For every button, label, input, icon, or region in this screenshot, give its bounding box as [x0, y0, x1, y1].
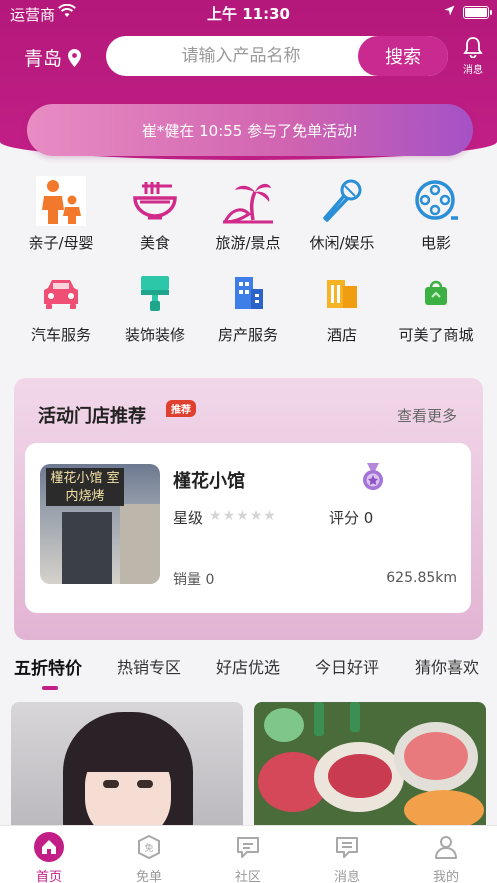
status-bar: 运营商 上午 11:30 — [0, 0, 497, 26]
bell-icon — [463, 37, 483, 59]
battery-icon — [463, 6, 492, 19]
category-food[interactable]: 美食 — [107, 176, 203, 253]
messages-label: 消息 — [463, 65, 483, 76]
search-button[interactable]: 搜索 — [358, 36, 448, 76]
message-icon — [332, 832, 362, 862]
product-feed — [0, 700, 497, 827]
location-arrow-icon — [444, 5, 455, 19]
store-distance: 625.85km — [386, 570, 457, 586]
vip-medal-icon — [361, 463, 385, 493]
tabbar-free-order[interactable]: 免 免单 — [114, 832, 184, 883]
product-tabs: 五折特价 热销专区 好店优选 今日好评 猜你喜欢 — [0, 650, 497, 692]
tabbar-profile[interactable]: 我的 — [411, 832, 481, 883]
community-icon — [233, 832, 263, 862]
category-real-estate[interactable]: 房产服务 — [200, 268, 296, 345]
star-icon: ★ — [222, 508, 237, 524]
tabbar-label: 首页 — [35, 870, 62, 883]
film-reel-icon — [411, 176, 461, 226]
category-label: 房产服务 — [217, 326, 278, 344]
category-leisure[interactable]: 休闲/娱乐 — [294, 176, 390, 253]
tabbar-messages[interactable]: 消息 — [312, 832, 382, 883]
profile-icon — [431, 832, 461, 862]
building-icon — [223, 268, 273, 318]
category-label: 汽车服务 — [30, 326, 91, 344]
palm-tree-icon — [223, 176, 273, 226]
home-icon — [34, 832, 64, 862]
tabbar-label: 消息 — [333, 870, 360, 883]
section-title: 活动门店推荐 — [38, 406, 146, 427]
tabbar-community[interactable]: 社区 — [213, 832, 283, 883]
tab-hot-sale[interactable]: 热销专区 — [117, 654, 181, 678]
free-order-icon: 免 — [134, 832, 164, 862]
category-label: 装饰装修 — [124, 326, 185, 344]
bottom-tab-bar: 首页 免 免单 社区 消息 我的 — [0, 825, 497, 883]
tab-good-stores[interactable]: 好店优选 — [216, 654, 280, 678]
category-decoration[interactable]: 装饰装修 — [107, 268, 203, 345]
star-icon: ★ — [249, 508, 264, 524]
shopping-bag-icon — [411, 268, 461, 318]
family-icon — [36, 176, 86, 226]
active-tab-indicator — [42, 686, 58, 690]
store-score: 评分 0 — [329, 509, 374, 527]
noodle-bowl-icon — [130, 176, 180, 226]
car-icon — [36, 268, 86, 318]
activity-notice-banner[interactable]: 崔*健在 10:55 参与了免单活动! — [27, 104, 473, 156]
category-label: 休闲/娱乐 — [309, 234, 375, 252]
star-rating: ★★★★★ — [209, 508, 277, 524]
category-label: 可美了商城 — [398, 326, 474, 344]
category-car-service[interactable]: 汽车服务 — [13, 268, 109, 345]
category-label: 酒店 — [326, 326, 357, 344]
category-travel[interactable]: 旅游/景点 — [200, 176, 296, 253]
star-icon: ★ — [209, 508, 223, 524]
tab-guess-you-like[interactable]: 猜你喜欢 — [415, 654, 479, 678]
tabbar-label: 社区 — [234, 870, 261, 883]
product-image — [254, 702, 486, 827]
category-label: 旅游/景点 — [215, 234, 281, 252]
category-hotel[interactable]: 酒店 — [294, 268, 390, 345]
map-pin-icon — [68, 48, 82, 67]
store-sales: 销量 0 — [173, 572, 215, 588]
product-card[interactable] — [254, 702, 486, 827]
hotel-icon — [317, 268, 367, 318]
category-label: 美食 — [139, 234, 170, 252]
microphone-icon — [317, 176, 367, 226]
category-parent-baby[interactable]: 亲子/母婴 — [13, 176, 109, 253]
messages-button[interactable]: 消息 — [457, 36, 489, 76]
product-card[interactable] — [11, 702, 243, 827]
store-name: 槿花小馆 — [173, 471, 245, 492]
store-photo-sign: 槿花小馆 室内烧烤 — [46, 468, 124, 506]
paint-roller-icon — [130, 268, 180, 318]
tab-today-reviews[interactable]: 今日好评 — [315, 654, 379, 678]
search-input[interactable] — [126, 36, 356, 76]
category-movie[interactable]: 电影 — [388, 176, 484, 253]
city-selector[interactable]: 青岛 — [24, 44, 82, 71]
category-mall[interactable]: 可美了商城 — [388, 268, 484, 345]
tabbar-label: 免单 — [135, 870, 162, 883]
star-rating-label: 星级 — [173, 509, 204, 527]
svg-text:免: 免 — [144, 842, 153, 854]
star-icon: ★ — [236, 508, 250, 524]
category-label: 电影 — [420, 234, 451, 252]
store-card[interactable]: 槿花小馆 室内烧烤 槿花小馆 星级 ★★★★★ 评分 0 销量 0 625.85… — [25, 443, 471, 613]
clock: 上午 11:30 — [207, 5, 290, 23]
category-label: 亲子/母婴 — [28, 234, 94, 252]
view-more-link[interactable]: 查看更多 — [397, 405, 457, 426]
tabbar-home[interactable]: 首页 — [14, 832, 84, 883]
store-recommendation-panel: 活动门店推荐 推荐 查看更多 槿花小馆 室内烧烤 槿花小馆 星级 ★★★★★ 评… — [14, 378, 483, 640]
recommend-badge: 推荐 — [166, 400, 196, 417]
city-label: 青岛 — [24, 48, 63, 70]
store-photo: 槿花小馆 室内烧烤 — [40, 464, 160, 584]
tab-half-price[interactable]: 五折特价 — [14, 654, 82, 679]
search-bar: 搜索 — [106, 36, 448, 76]
product-image — [63, 712, 193, 827]
star-icon: ★ — [263, 508, 277, 524]
tabbar-label: 我的 — [432, 870, 459, 883]
activity-notice-text: 崔*健在 10:55 参与了免单活动! — [141, 121, 359, 140]
